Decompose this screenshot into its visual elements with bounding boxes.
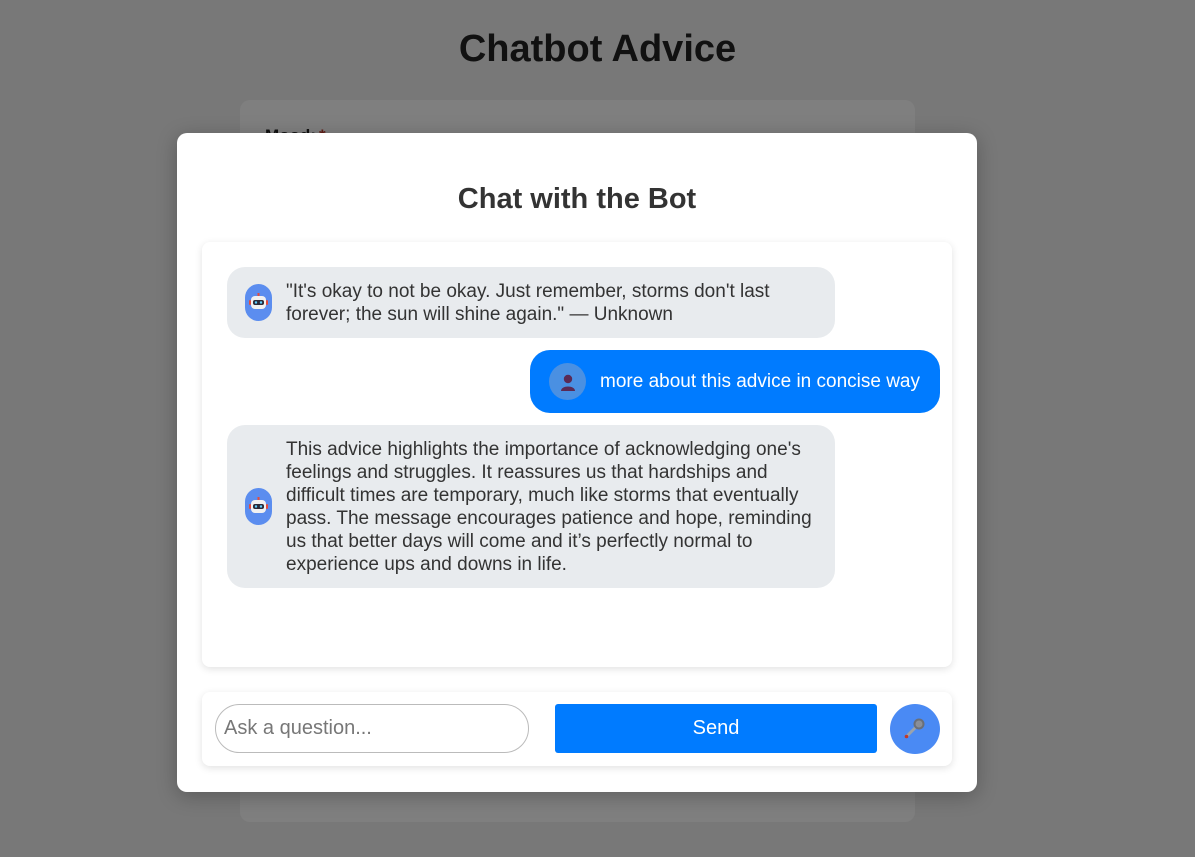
chat-messages[interactable]: "It's okay to not be okay. Just remember… [202,242,952,667]
modal-title: Chat with the Bot [457,183,697,215]
bot-message: "It's okay to not be okay. Just remember… [227,267,835,338]
bot-message: This advice highlights the importance of… [227,425,835,588]
robot-icon [245,284,272,321]
message-text: "It's okay to not be okay. Just remember… [286,280,770,325]
user-icon [549,363,586,400]
send-button[interactable]: Send [555,704,877,753]
robot-icon [245,488,272,525]
user-message: more about this advice in concise way [530,350,940,413]
chat-input-bar: Send [202,692,952,766]
microphone-button[interactable] [890,704,940,754]
message-text: This advice highlights the importance of… [286,438,812,575]
chat-modal: Chat with the Bot "It's okay to not be o… [177,133,977,792]
message-text: more about this advice in concise way [600,371,920,392]
microphone-icon [902,715,928,744]
question-input[interactable] [215,704,529,753]
